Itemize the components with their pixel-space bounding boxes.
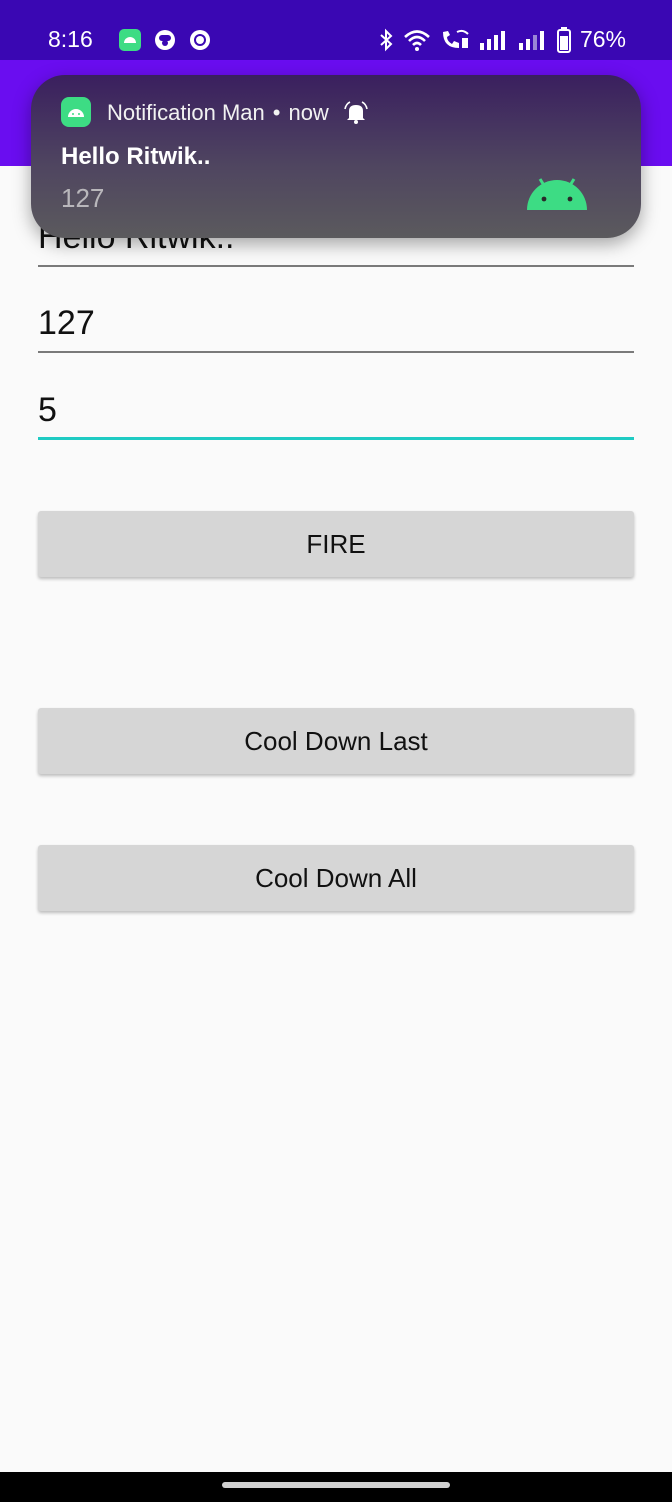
battery-percent: 76% — [579, 26, 626, 52]
wifi-calling-icon — [442, 29, 469, 48]
status-notification-icons — [118, 28, 212, 52]
notification-app-icon — [61, 97, 91, 127]
battery-icon — [556, 26, 571, 53]
navigation-bar — [0, 1472, 672, 1502]
notification-text: 127 — [61, 183, 105, 213]
status-time: 8:16 — [48, 26, 93, 52]
notification-header: Notification Man • now — [107, 100, 369, 126]
count-field-underline — [38, 437, 634, 440]
android-robot-icon — [527, 178, 587, 210]
notification-app-name: Notification Man — [107, 100, 265, 125]
notification-separator: • — [272, 100, 281, 125]
message-field[interactable]: 127 — [38, 290, 634, 353]
notification-title: Hello Ritwik.. — [61, 143, 211, 170]
count-field[interactable]: 5 — [38, 375, 634, 440]
gesture-handle[interactable] — [222, 1482, 450, 1488]
message-field-underline — [38, 351, 634, 353]
signal-weak-icon — [518, 30, 544, 50]
wifi-icon — [404, 29, 430, 51]
notification-time: now — [288, 100, 329, 125]
cool-down-all-button[interactable]: Cool Down All — [38, 845, 634, 911]
message-field-value: 127 — [38, 304, 95, 342]
face-icon — [155, 30, 175, 50]
title-field-underline — [38, 265, 634, 267]
status-indicators: 76% — [378, 26, 626, 53]
android-app-icon — [119, 29, 141, 51]
signal-icon — [479, 30, 505, 50]
heads-up-notification[interactable]: Notification Man • now Hello Ritwik.. 12… — [31, 75, 641, 238]
cool-down-last-button[interactable]: Cool Down Last — [38, 708, 634, 774]
status-bar: 8:16 76% — [0, 0, 672, 60]
alert-bell-icon — [344, 101, 368, 124]
fire-button[interactable]: FIRE — [38, 511, 634, 577]
count-field-value: 5 — [38, 391, 57, 429]
bluetooth-icon — [380, 28, 393, 51]
circle-icon — [190, 30, 210, 50]
